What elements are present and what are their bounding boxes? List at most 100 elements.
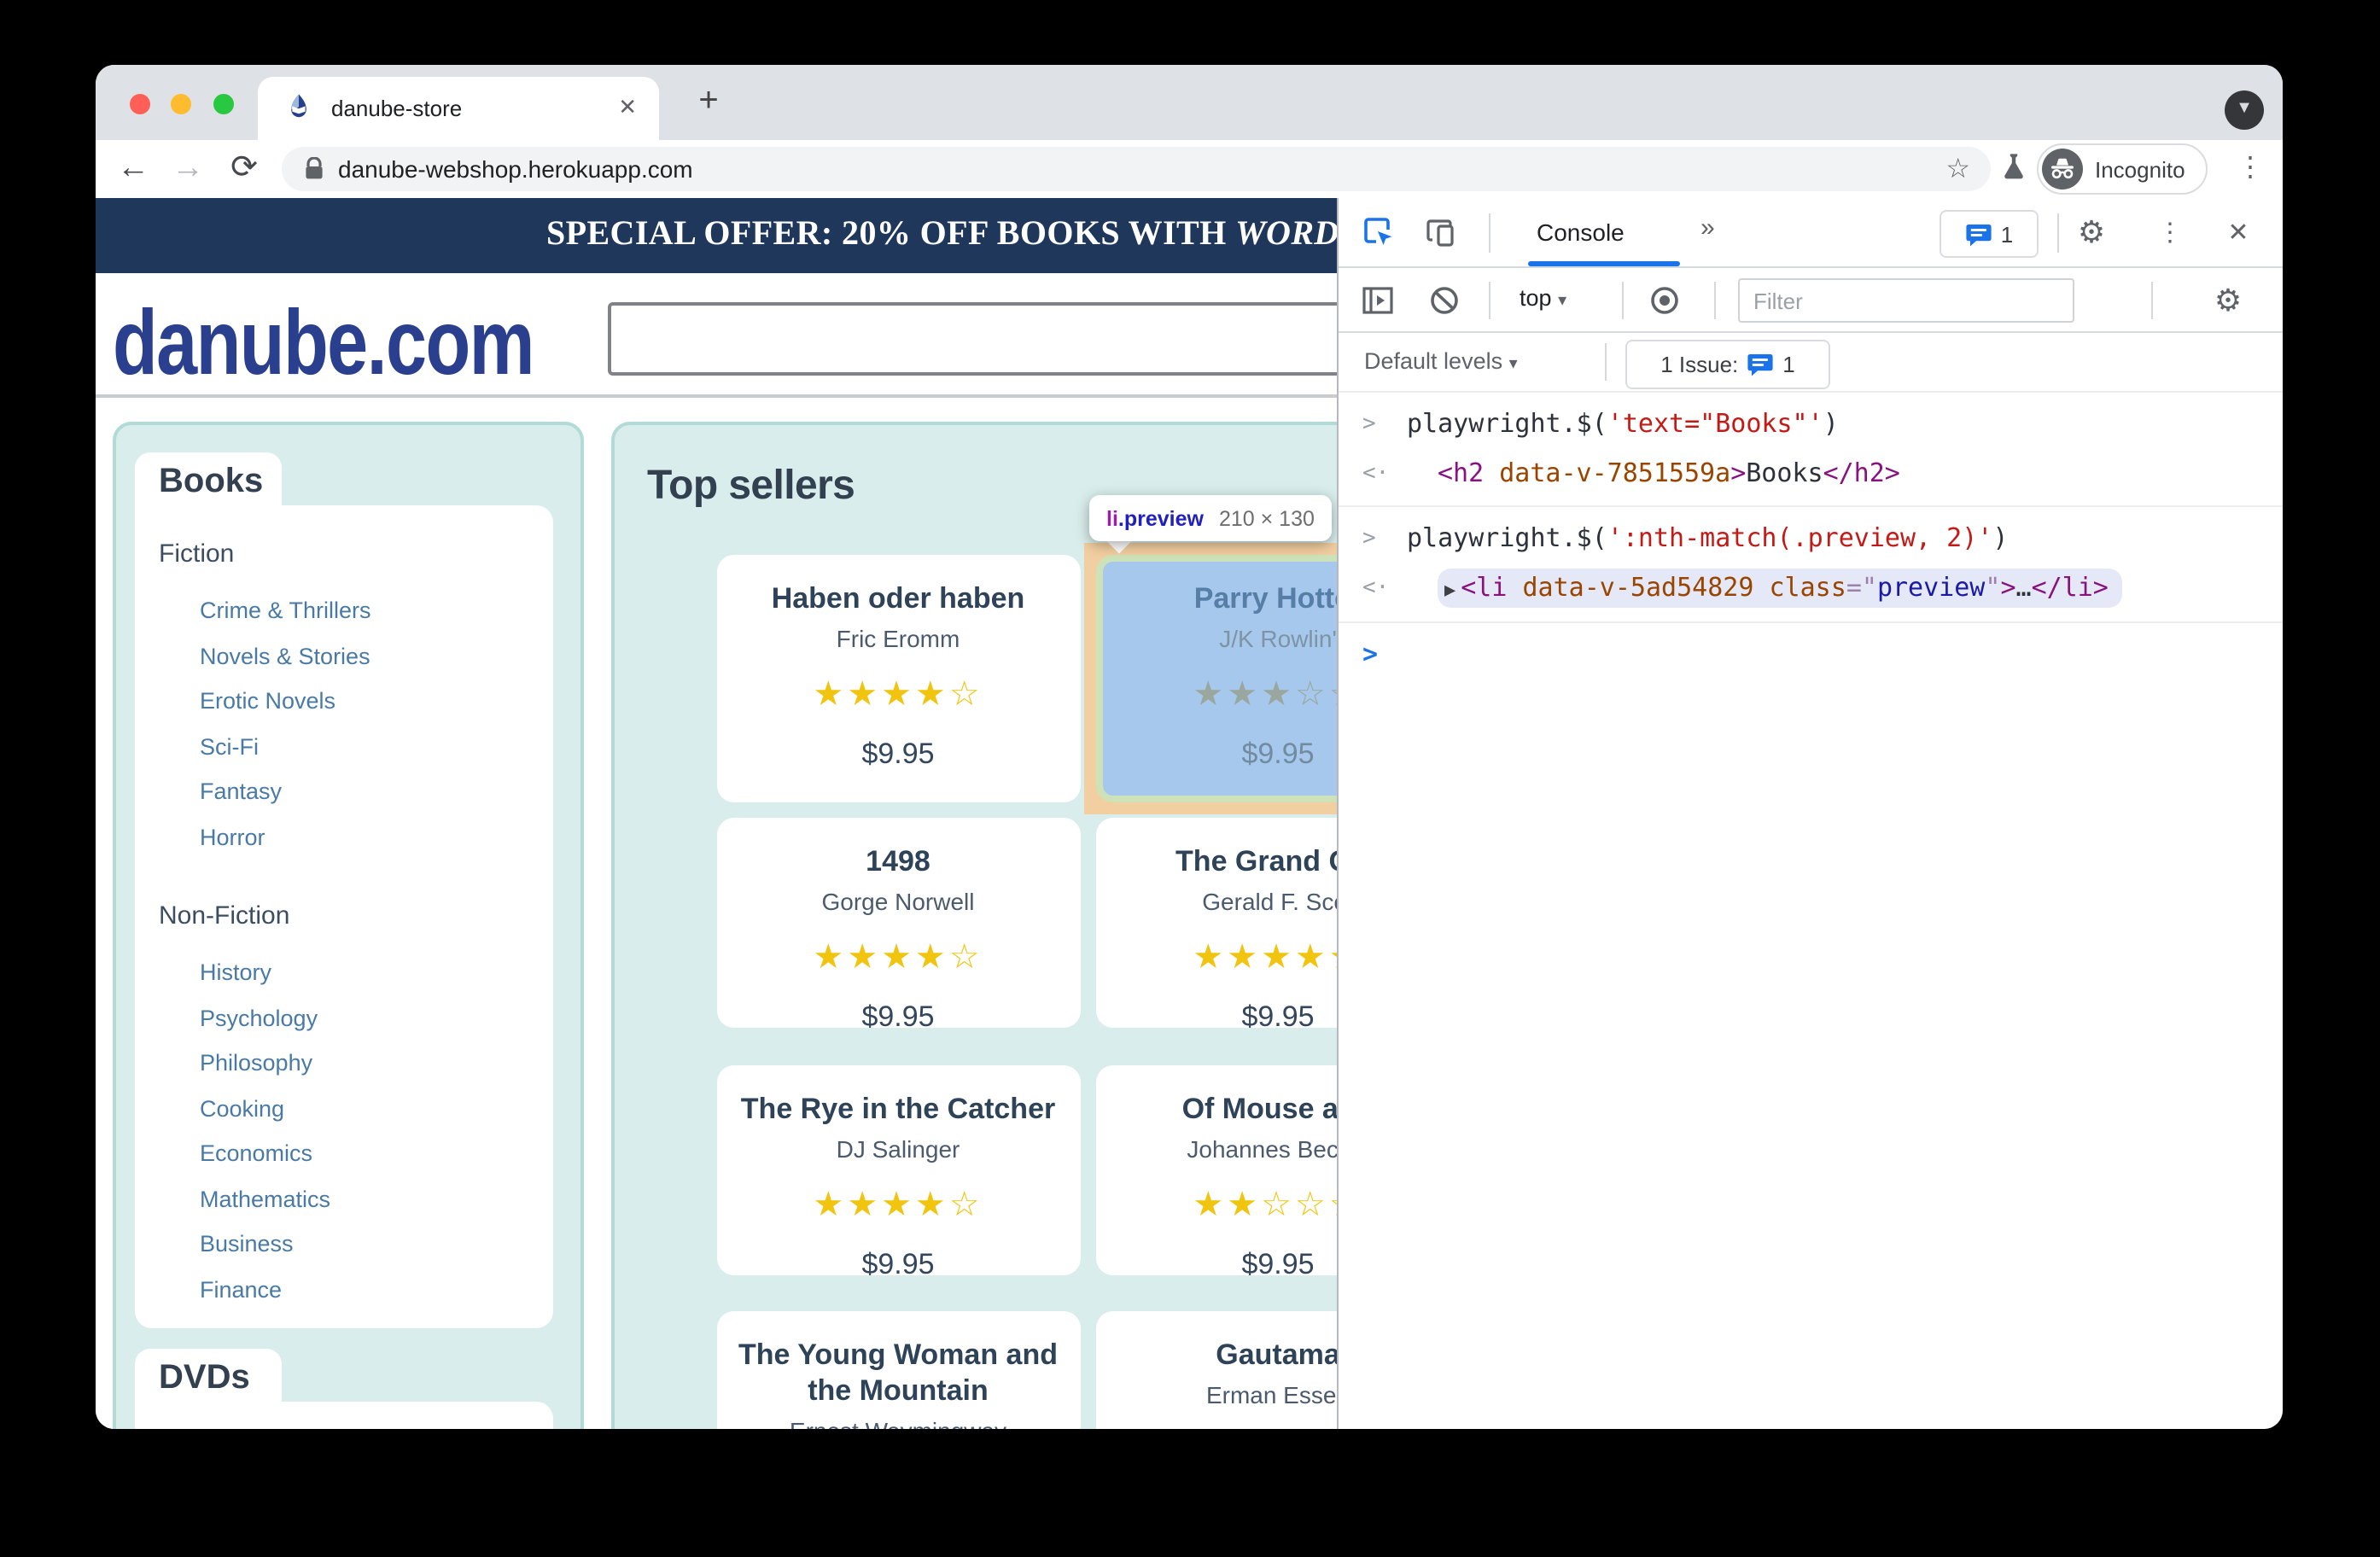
book-price: $9.95 [1241,737,1315,770]
book-card[interactable]: Haben oder haben Fric Eromm ★★★★☆ $9.95 [716,554,1080,802]
book-author: J/K Rowlin' [1219,624,1337,652]
sidebar-category-link[interactable]: Philosophy [200,1041,553,1087]
console-token: ':nth-match(.preview, 2)' [1607,522,1993,553]
incognito-label: Incognito [2095,156,2185,182]
console-settings-gear-icon[interactable]: ⚙ [2209,282,2247,319]
devtools-kebab-icon[interactable]: ⋮ [2151,213,2189,251]
sidebar-category-link[interactable]: Fantasy [200,770,553,815]
tab-strip: danube-store ✕ + ▼ [96,65,2283,140]
default-levels-dropdown[interactable]: Default levels ▾ [1364,348,1518,374]
devtools-settings-gear-icon[interactable]: ⚙ [2073,213,2110,251]
console-group: > [1339,623,2283,669]
book-card[interactable]: Parry Hotter J/K Rowlin' ★★★☆☆ $9.95 [1096,554,1337,802]
danube-favicon-icon [283,92,314,123]
dvds-section-tab[interactable]: DVDs [135,1349,282,1402]
webpage-viewport: SPECIAL OFFER: 20% OFF BOOKS WITH WORDS … [96,198,1337,1429]
tab-search-menu-button[interactable]: ▼ [2225,90,2264,130]
book-title: Parry Hotter [1193,581,1337,615]
book-card-slot: Haben oder haben Fric Eromm ★★★★☆ $9.95 [716,554,1080,802]
lock-icon [304,157,324,181]
sidebar-section-list: Crime & Thrillers Novels & Stories Erotic … [159,589,553,860]
sidebar-category-link[interactable]: Finance [200,1268,553,1313]
console-token: data-v-5ad54829 class [1507,572,1846,603]
console-result-arrow-icon: <· [1362,461,1390,487]
sidebar-category-link[interactable]: History [200,951,553,996]
console-result-line: <· ▶ <li data-v-5ad54829 class="preview">…… [1339,563,2283,615]
minimize-window-button[interactable] [171,94,191,114]
book-card-content: GautamaErman Essen★★★★☆ [1096,1338,1337,1429]
back-icon[interactable]: ← [109,145,157,193]
live-expression-eye-icon[interactable] [1646,282,1683,319]
inspect-element-icon[interactable] [1359,213,1397,251]
forward-icon[interactable]: → [164,145,212,193]
books-section-tab[interactable]: Books [135,452,282,505]
console-token: =" [1846,572,1877,603]
book-card[interactable]: GautamaErman Essen★★★★☆ [1096,1311,1337,1429]
sidebar-category-link[interactable]: Sci-Fi [200,725,553,770]
console-sidebar-toggle-icon[interactable] [1359,282,1397,319]
more-tabs-icon[interactable]: » [1700,213,1715,242]
address-bar[interactable]: danube-webshop.herokuapp.com ☆ [282,147,1991,191]
bookmark-star-icon[interactable]: ☆ [1945,152,1970,186]
sidebar-category-link[interactable]: Psychology [200,996,553,1041]
inspect-tooltip: li .preview 210 × 130 [1089,495,1332,541]
book-card[interactable]: The Young Woman and the Mountain Ernest W… [716,1311,1080,1429]
sidebar-category-link[interactable]: Crime & Thrillers [200,589,553,634]
sidebar-category-link[interactable]: Business [200,1222,553,1268]
browser-tab[interactable]: danube-store ✕ [258,77,659,140]
book-card-slot: The Young Woman and the Mountain Ernest W… [716,1311,1080,1429]
console-result-arrow-icon: <· [1362,575,1390,601]
sidebar-category-link[interactable]: Mathematics [200,1177,553,1222]
book-card[interactable]: The Rye in the Catcher DJ Salinger ★★★★☆ $9… [716,1065,1080,1275]
sidebar-section-list: History Psychology Philosophy Cooking Econom… [159,951,553,1313]
expand-triangle-icon[interactable]: ▶ [1444,579,1455,601]
execution-context-selector[interactable]: top ▾ [1520,285,1566,311]
console-token: 'text="Books"' [1607,408,1823,439]
console-token: </h2> [1823,458,1900,488]
book-card-content: The Grand Gro Gerald F. Scot ★★★★★ $9.95 [1096,844,1337,1028]
issues-count: 1 [2000,221,2014,247]
console-tab-underline [1528,261,1680,266]
console-token: </li> [2031,572,2109,603]
sidebar-category-link[interactable]: Economics [200,1132,553,1177]
console-filter-input[interactable] [1738,278,2074,323]
close-window-button[interactable] [130,94,150,114]
issues-counter-button[interactable]: 1 [1940,210,2039,258]
incognito-icon [2042,149,2083,190]
books-category-panel: Fiction Crime & Thrillers Novels & Stories… [135,505,553,1328]
reload-icon[interactable]: ⟳ [220,145,268,193]
toolbar-divider [1622,282,1624,319]
site-logo[interactable]: danube.com [113,290,534,396]
book-author: Johannes Beckst [1187,1135,1337,1163]
book-author: DJ Salinger [836,1135,960,1163]
browser-menu-kebab-icon[interactable]: ⋮ [2237,149,2264,190]
book-author: Ernest Waymingway [716,1418,1080,1429]
sidebar-category-link[interactable]: Novels & Stories [200,634,553,679]
device-toolbar-icon[interactable] [1424,213,1461,251]
star-rating: ★★★★☆ [813,939,983,977]
book-author: Gorge Norwell [821,888,975,916]
book-title: 1498 [866,845,930,878]
console-token: … [2015,572,2032,603]
site-search-input[interactable] [608,302,1337,376]
experiments-flask-icon[interactable] [2001,152,2027,181]
book-card[interactable]: Of Mouse and Johannes Beckst ★★☆☆☆ $9.95 [1096,1065,1337,1275]
sidebar-category-link[interactable]: Erotic Novels [200,679,553,725]
issue-button[interactable]: 1 Issue: 1 [1625,340,1830,389]
tab-console[interactable]: Console [1537,219,1625,246]
issue-chat-icon [1747,354,1773,376]
tab-close-icon[interactable]: ✕ [618,94,637,121]
book-card[interactable]: The Grand Gro Gerald F. Scot ★★★★★ $9.95 [1096,818,1337,1029]
sidebar-category-link[interactable]: Horror [200,815,553,860]
book-card[interactable]: 1498 Gorge Norwell ★★★★☆ $9.95 [716,818,1080,1029]
sidebar-category-link[interactable]: Cooking [200,1087,553,1132]
new-tab-button[interactable]: + [686,80,731,125]
devtools-close-icon[interactable]: ✕ [2220,213,2257,251]
clear-console-icon[interactable] [1426,282,1463,319]
console-output[interactable]: > playwright.$('text="Books"') <· <h2 data-… [1339,393,2283,1429]
content-area: SPECIAL OFFER: 20% OFF BOOKS WITH WORDS … [96,198,2283,1429]
book-card-content: 1498 Gorge Norwell ★★★★☆ $9.95 [716,844,1080,1028]
zoom-window-button[interactable] [213,94,234,114]
book-author: Gerald F. Scot [1202,888,1337,916]
book-title: Of Mouse and [1181,1093,1337,1126]
